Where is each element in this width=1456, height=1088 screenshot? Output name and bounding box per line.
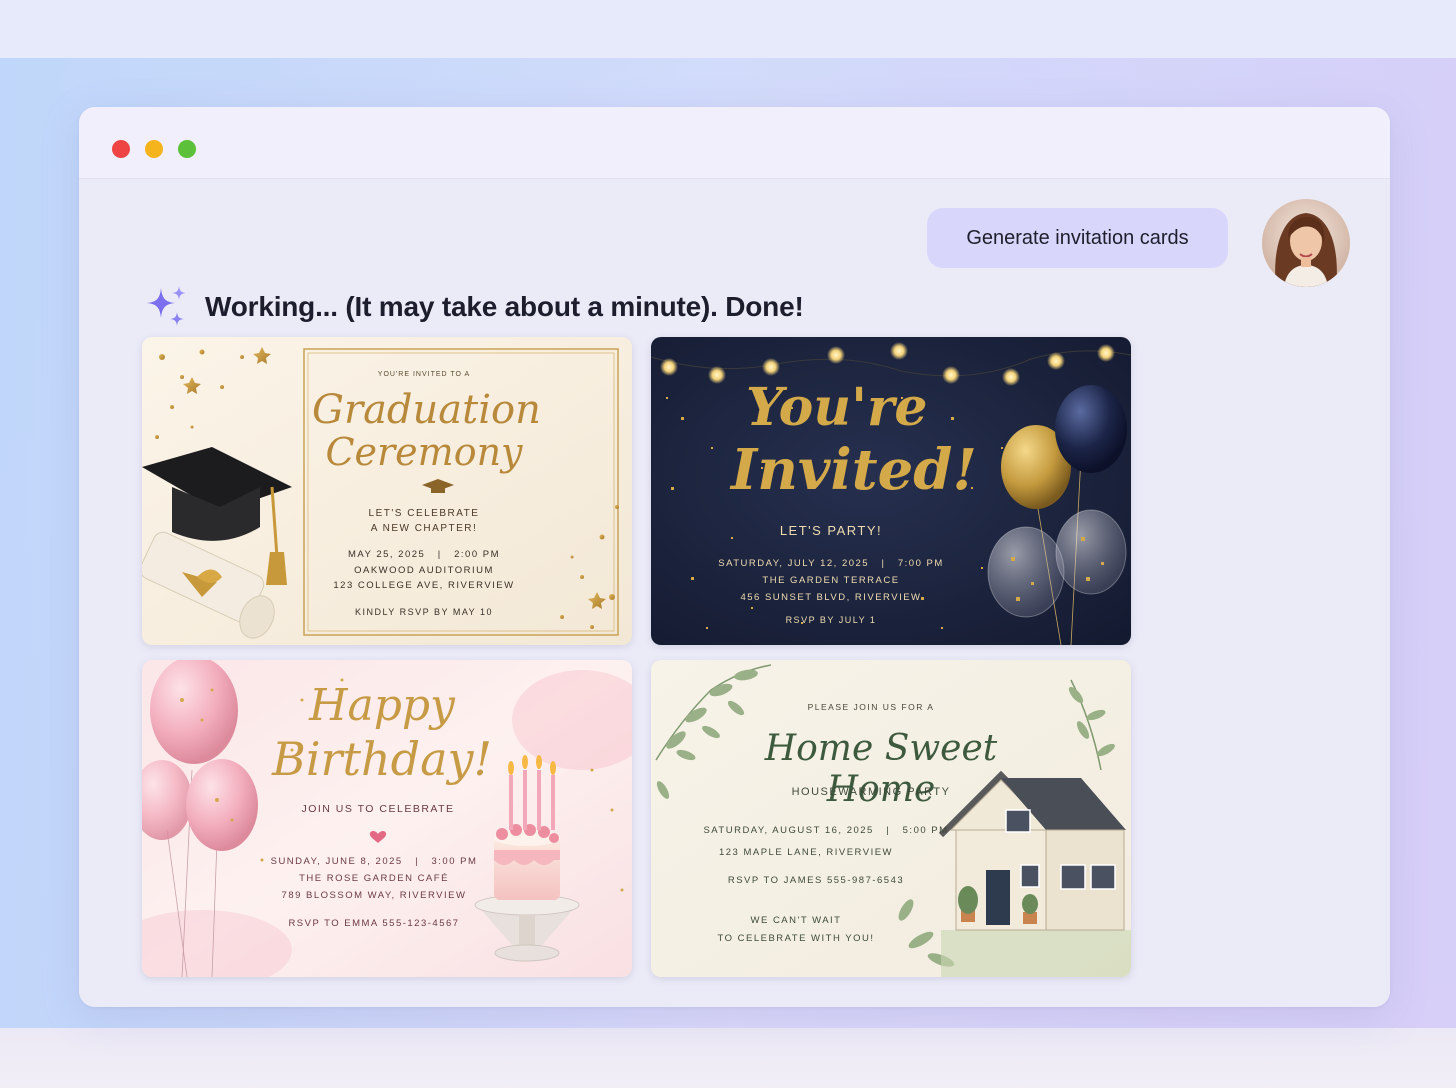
graduation-tagline2: A NEW CHAPTER! bbox=[370, 523, 478, 534]
graduation-title-line2: Ceremony bbox=[325, 430, 523, 474]
party-tagline: LET'S PARTY! bbox=[779, 523, 883, 538]
graduation-tagline1: LET'S CELEBRATE bbox=[368, 508, 480, 519]
housewarming-intro: PLEASE JOIN US FOR A bbox=[807, 702, 935, 712]
party-venue: THE GARDEN TERRACE bbox=[762, 575, 900, 586]
graduation-invitation-card[interactable]: YOU'RE INVITED TO A Graduation Ceremony … bbox=[142, 337, 632, 645]
graduation-title-line1: Graduation bbox=[312, 387, 541, 433]
minimize-window-button[interactable] bbox=[145, 140, 163, 158]
birthday-venue: THE ROSE GARDEN CAFÉ bbox=[299, 873, 449, 884]
birthday-address: 789 BLOSSOM WAY, RIVERVIEW bbox=[281, 890, 467, 901]
birthday-title-line2: Birthday! bbox=[272, 732, 492, 786]
close-window-button[interactable] bbox=[112, 140, 130, 158]
birthday-rsvp: RSVP TO EMMA 555-123-4567 bbox=[288, 918, 460, 929]
party-rsvp: RSVP BY JULY 1 bbox=[785, 615, 877, 625]
user-message-bubble: Generate invitation cards bbox=[927, 208, 1228, 268]
graduation-rsvp: KINDLY RSVP BY MAY 10 bbox=[354, 607, 494, 617]
graduation-venue: OAKWOOD AUDITORIUM bbox=[354, 565, 494, 576]
assistant-status-row: Working... (It may take about a minute).… bbox=[143, 283, 804, 331]
party-invitation-card[interactable]: You're Invited! LET'S PARTY! SATURDAY, J… bbox=[651, 337, 1131, 645]
graduation-address: 123 COLLEGE AVE, RIVERVIEW bbox=[333, 580, 515, 591]
housewarming-invitation-card[interactable]: PLEASE JOIN US FOR A Home Sweet Home HOU… bbox=[651, 660, 1131, 977]
assistant-status-text: Working... (It may take about a minute).… bbox=[205, 291, 804, 322]
birthday-tagline: JOIN US TO CELEBRATE bbox=[301, 803, 455, 815]
chat-area: Generate invitation cards Working... (It… bbox=[79, 179, 1390, 1007]
birthday-date-time: SUNDAY, JUNE 8, 2025 | 3:00 PM bbox=[270, 856, 478, 867]
party-title-line1: You're bbox=[746, 377, 928, 438]
party-title-line2: Invited! bbox=[731, 437, 977, 503]
party-address: 456 SUNSET BLVD, RIVERVIEW bbox=[740, 592, 922, 603]
maximize-window-button[interactable] bbox=[178, 140, 196, 158]
graduation-intro: YOU'RE INVITED TO A bbox=[377, 371, 471, 378]
housewarming-closing1: WE CAN'T WAIT bbox=[750, 915, 842, 926]
housewarming-closing2: TO CELEBRATE WITH YOU! bbox=[717, 933, 875, 944]
sparkle-icon bbox=[147, 286, 186, 326]
party-date-time: SATURDAY, JULY 12, 2025 | 7:00 PM bbox=[718, 558, 944, 569]
title-bar bbox=[79, 107, 1390, 179]
birthday-title-line1: Happy bbox=[309, 680, 455, 731]
housewarming-date-time: SATURDAY, AUGUST 16, 2025 | 5:00 PM bbox=[703, 825, 949, 836]
birthday-invitation-card[interactable]: Happy Birthday! JOIN US TO CELEBRATE SUN… bbox=[142, 660, 632, 977]
housewarming-address: 123 MAPLE LANE, RIVERVIEW bbox=[718, 847, 894, 858]
app-window: Generate invitation cards Working... (It… bbox=[79, 107, 1390, 1007]
graduation-date-time: MAY 25, 2025 | 2:00 PM bbox=[347, 549, 500, 560]
housewarming-subtitle: HOUSEWARMING PARTY bbox=[791, 786, 951, 798]
housewarming-rsvp: RSVP TO JAMES 555-987-6543 bbox=[727, 875, 905, 886]
user-avatar[interactable] bbox=[1262, 199, 1350, 287]
